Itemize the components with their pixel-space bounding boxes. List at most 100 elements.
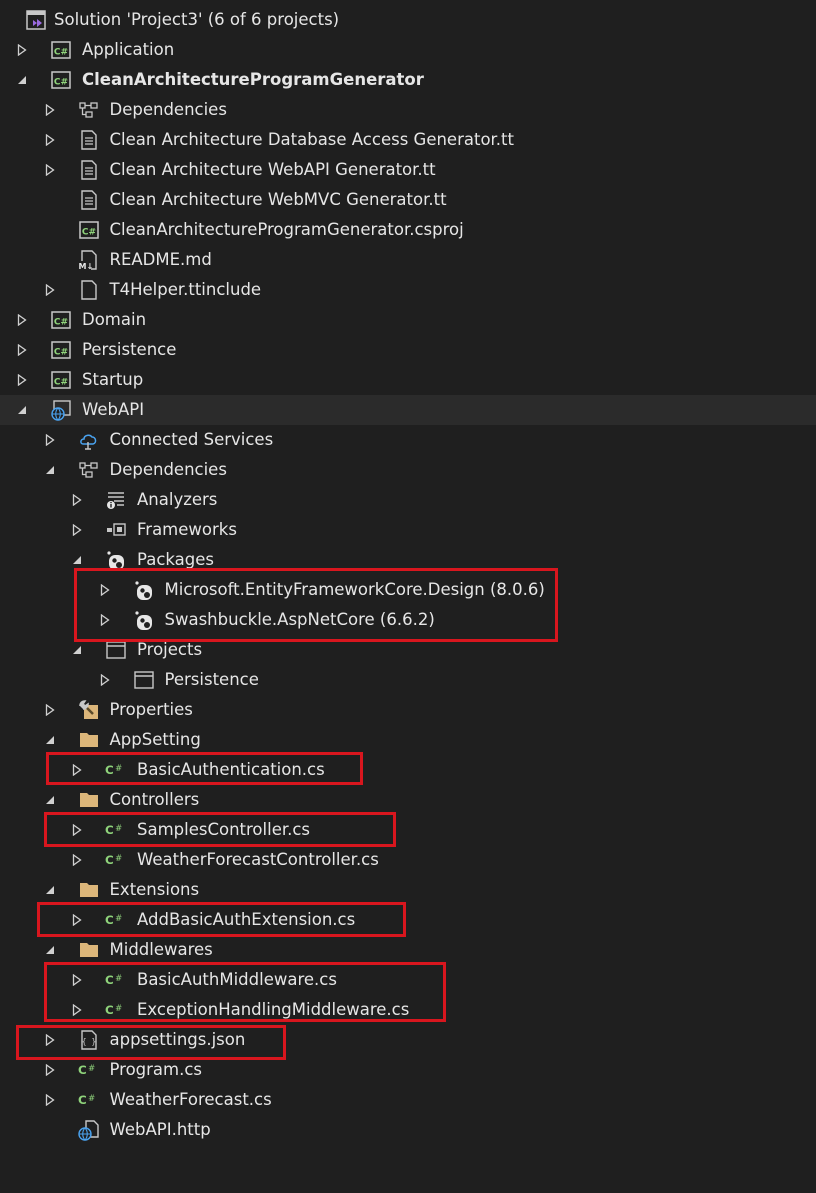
svg-text:M↓: M↓ bbox=[78, 262, 93, 271]
tree-item-frameworks[interactable]: Frameworks bbox=[0, 515, 816, 545]
collapsed-arrow-icon[interactable] bbox=[68, 755, 86, 785]
tree-item-exceptionhandlingmiddleware-cs[interactable]: C # ExceptionHandlingMiddleware.cs bbox=[0, 995, 816, 1025]
tree-item-packages[interactable]: Packages bbox=[0, 545, 816, 575]
collapsed-arrow-icon[interactable] bbox=[41, 155, 59, 185]
csharp-project-icon: C# bbox=[50, 369, 72, 391]
tree-item-label: Swashbuckle.AspNetCore (6.6.2) bbox=[164, 610, 435, 629]
tree-item-label: AppSetting bbox=[109, 730, 201, 749]
tree-item-domain[interactable]: C# Domain bbox=[0, 305, 816, 335]
expanded-arrow-icon[interactable] bbox=[41, 455, 59, 485]
tree-item-appsettings-json[interactable]: { } appsettings.json bbox=[0, 1025, 816, 1055]
expanded-arrow-icon[interactable] bbox=[13, 395, 31, 425]
tree-item-program-cs[interactable]: C # Program.cs bbox=[0, 1055, 816, 1085]
tree-item-analyzers[interactable]: Analyzers bbox=[0, 485, 816, 515]
collapsed-arrow-icon[interactable] bbox=[68, 515, 86, 545]
tree-item-label: README.md bbox=[109, 250, 212, 269]
solution-root[interactable]: Solution 'Project3' (6 of 6 projects) bbox=[0, 5, 816, 35]
expanded-arrow-icon[interactable] bbox=[68, 635, 86, 665]
collapsed-arrow-icon[interactable] bbox=[68, 815, 86, 845]
tree-item-cleanarchitectureprogramgenerator[interactable]: C# CleanArchitectureProgramGenerator bbox=[0, 65, 816, 95]
tree-item-properties[interactable]: Properties bbox=[0, 695, 816, 725]
tree-item-clean-architecture-webapi-generator-tt[interactable]: Clean Architecture WebAPI Generator.tt bbox=[0, 155, 816, 185]
tree-item-clean-architecture-database-access-generator-tt[interactable]: Clean Architecture Database Access Gener… bbox=[0, 125, 816, 155]
collapsed-arrow-icon[interactable] bbox=[41, 1085, 59, 1115]
expanded-arrow-icon[interactable] bbox=[13, 65, 31, 95]
tree-item-basicauthmiddleware-cs[interactable]: C # BasicAuthMiddleware.cs bbox=[0, 965, 816, 995]
tree-item-connected-services[interactable]: Connected Services bbox=[0, 425, 816, 455]
collapsed-arrow-icon[interactable] bbox=[68, 905, 86, 935]
tree-item-webapi[interactable]: WebAPI bbox=[0, 395, 816, 425]
tree-item-swashbuckle-aspnetcore-6-6-2[interactable]: Swashbuckle.AspNetCore (6.6.2) bbox=[0, 605, 816, 635]
tree-item-persistence[interactable]: Persistence bbox=[0, 665, 816, 695]
tree-item-microsoft-entityframeworkcore-design-8-0-6[interactable]: Microsoft.EntityFrameworkCore.Design (8.… bbox=[0, 575, 816, 605]
collapsed-arrow-icon[interactable] bbox=[41, 125, 59, 155]
expanded-arrow-icon[interactable] bbox=[41, 875, 59, 905]
collapsed-arrow-icon[interactable] bbox=[41, 275, 59, 305]
tree-item-extensions[interactable]: Extensions bbox=[0, 875, 816, 905]
collapsed-arrow-icon[interactable] bbox=[68, 995, 86, 1025]
collapsed-arrow-icon[interactable] bbox=[96, 665, 114, 695]
visual-studio-solution-icon bbox=[25, 9, 47, 31]
folder-icon bbox=[78, 789, 100, 811]
dependencies-icon bbox=[78, 459, 100, 481]
folder-icon bbox=[78, 729, 100, 751]
tree-item-weatherforecastcontroller-cs[interactable]: C # WeatherForecastController.cs bbox=[0, 845, 816, 875]
csharp-file-icon: C # bbox=[105, 969, 127, 991]
expanded-arrow-icon[interactable] bbox=[41, 725, 59, 755]
tree-item-projects[interactable]: Projects bbox=[0, 635, 816, 665]
tree-item-cleanarchitectureprogramgenerator-csproj[interactable]: C# CleanArchitectureProgramGenerator.cspr… bbox=[0, 215, 816, 245]
tree-item-application[interactable]: C# Application bbox=[0, 35, 816, 65]
svg-text:C#: C# bbox=[54, 78, 68, 88]
collapsed-arrow-icon[interactable] bbox=[41, 425, 59, 455]
tree-item-readme-md[interactable]: M↓ README.md bbox=[0, 245, 816, 275]
svg-text:C: C bbox=[105, 973, 114, 987]
tree-item-addbasicauthextension-cs[interactable]: C # AddBasicAuthExtension.cs bbox=[0, 905, 816, 935]
frameworks-icon bbox=[105, 519, 127, 541]
tree-item-dependencies[interactable]: Dependencies bbox=[0, 95, 816, 125]
collapsed-arrow-icon[interactable] bbox=[13, 365, 31, 395]
tree-item-webapi-http[interactable]: WebAPI.http bbox=[0, 1115, 816, 1145]
collapsed-arrow-icon[interactable] bbox=[13, 335, 31, 365]
svg-text:C#: C# bbox=[54, 378, 68, 388]
tree-item-t4helper-ttinclude[interactable]: T4Helper.ttinclude bbox=[0, 275, 816, 305]
collapsed-arrow-icon[interactable] bbox=[41, 1025, 59, 1055]
tree-item-label: Microsoft.EntityFrameworkCore.Design (8.… bbox=[164, 580, 545, 599]
collapsed-arrow-icon[interactable] bbox=[41, 695, 59, 725]
tree-item-label: Clean Architecture WebMVC Generator.tt bbox=[109, 190, 447, 209]
svg-text:C#: C# bbox=[54, 48, 68, 58]
tree-item-appsetting[interactable]: AppSetting bbox=[0, 725, 816, 755]
tree-item-middlewares[interactable]: Middlewares bbox=[0, 935, 816, 965]
csharp-file-icon: C # bbox=[105, 819, 127, 841]
tree-item-label: CleanArchitectureProgramGenerator.csproj bbox=[109, 220, 464, 239]
solution-label: Solution 'Project3' (6 of 6 projects) bbox=[54, 10, 340, 29]
tree-item-weatherforecast-cs[interactable]: C # WeatherForecast.cs bbox=[0, 1085, 816, 1115]
tree-item-persistence[interactable]: C# Persistence bbox=[0, 335, 816, 365]
tree-item-dependencies[interactable]: Dependencies bbox=[0, 455, 816, 485]
collapsed-arrow-icon[interactable] bbox=[68, 965, 86, 995]
tree-item-samplescontroller-cs[interactable]: C # SamplesController.cs bbox=[0, 815, 816, 845]
tree-item-label: ExceptionHandlingMiddleware.cs bbox=[137, 1000, 410, 1019]
collapsed-arrow-icon[interactable] bbox=[68, 485, 86, 515]
collapsed-arrow-icon[interactable] bbox=[41, 1055, 59, 1085]
expanded-arrow-icon[interactable] bbox=[41, 935, 59, 965]
collapsed-arrow-icon[interactable] bbox=[41, 95, 59, 125]
collapsed-arrow-icon[interactable] bbox=[96, 605, 114, 635]
collapsed-arrow-icon[interactable] bbox=[96, 575, 114, 605]
collapsed-arrow-icon[interactable] bbox=[13, 305, 31, 335]
tree-item-clean-architecture-webmvc-generator-tt[interactable]: Clean Architecture WebMVC Generator.tt bbox=[0, 185, 816, 215]
tree-item-label: Packages bbox=[137, 550, 214, 569]
svg-text:C#: C# bbox=[81, 228, 95, 238]
expanded-arrow-icon[interactable] bbox=[68, 545, 86, 575]
tree-item-startup[interactable]: C# Startup bbox=[0, 365, 816, 395]
collapsed-arrow-icon[interactable] bbox=[13, 35, 31, 65]
svg-text:#: # bbox=[115, 763, 122, 773]
svg-text:C: C bbox=[105, 853, 114, 867]
svg-text:C: C bbox=[105, 913, 114, 927]
tree-item-controllers[interactable]: Controllers bbox=[0, 785, 816, 815]
collapsed-arrow-icon[interactable] bbox=[68, 845, 86, 875]
tree-item-label: Middlewares bbox=[109, 940, 213, 959]
expanded-arrow-icon[interactable] bbox=[41, 785, 59, 815]
tree-item-basicauthentication-cs[interactable]: C # BasicAuthentication.cs bbox=[0, 755, 816, 785]
csharp-project-icon: C# bbox=[50, 339, 72, 361]
svg-text:#: # bbox=[115, 853, 122, 863]
